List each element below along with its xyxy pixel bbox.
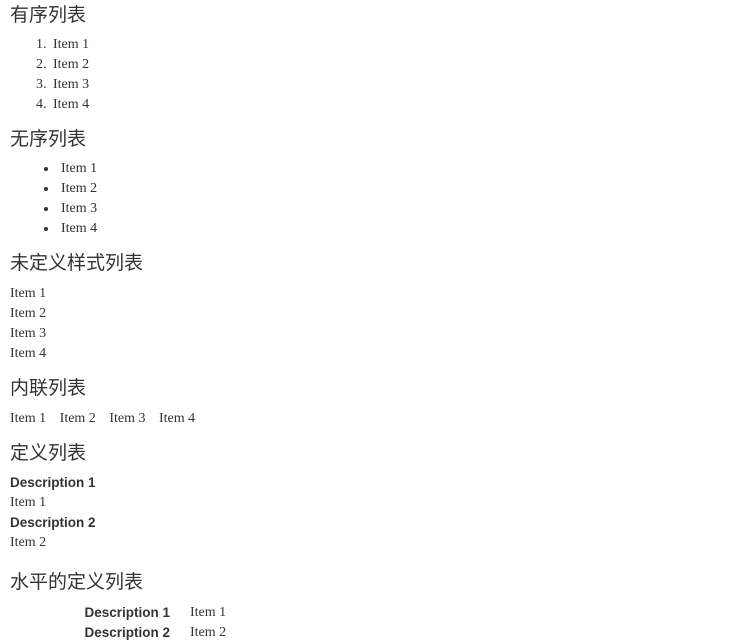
definition-term: Description 2: [84, 625, 170, 641]
section-inline-list: 内联列表 Item 1 Item 2 Item 3 Item 4: [10, 377, 736, 429]
heading-definition-list: 定义列表: [10, 442, 87, 464]
definition-term: Description 2: [10, 515, 96, 531]
definition-term: Description 1: [84, 605, 170, 621]
ordered-list: Item 1 Item 2 Item 3 Item 4: [10, 35, 736, 115]
list-item: Item 3: [109, 410, 146, 426]
section-unstyled-list: 未定义样式列表 Item 1 Item 2 Item 3 Item 4: [10, 252, 736, 364]
definition-list-horizontal: Description 1 Item 1 Description 2 Item …: [10, 603, 736, 643]
section-ordered-list: 有序列表 Item 1 Item 2 Item 3 Item 4: [10, 5, 736, 115]
heading-unstyled-list: 未定义样式列表: [10, 252, 144, 274]
list-item: Item 3: [10, 325, 47, 341]
list-item: Item 1: [10, 410, 47, 426]
definition-description: Item 1: [10, 495, 47, 511]
list-item: Item 4: [58, 219, 736, 239]
list-item: Item 1: [50, 35, 736, 55]
list-item: Item 4: [50, 95, 736, 115]
definition-list: Description 1 Item 1 Description 2 Item …: [10, 473, 736, 553]
section-unordered-list: 无序列表 Item 1 Item 2 Item 3 Item 4: [10, 128, 736, 239]
definition-description: Item 1: [190, 605, 227, 621]
list-item: Item 2: [10, 305, 47, 321]
list-item: Item 4: [10, 345, 47, 361]
definition-description: Item 2: [10, 535, 47, 551]
list-item: Item 3: [58, 199, 736, 219]
heading-ordered-list: 有序列表: [10, 5, 87, 26]
section-definition-list: 定义列表 Description 1 Item 1 Description 2 …: [10, 442, 736, 554]
heading-unordered-list: 无序列表: [10, 128, 87, 150]
definition-term: Description 1: [10, 475, 96, 491]
section-definition-list-horizontal: 水平的定义列表 Description 1 Item 1 Description…: [10, 573, 736, 643]
list-item: Item 4: [158, 410, 196, 426]
page-root: 有序列表 Item 1 Item 2 Item 3 Item 4 无序列表 It…: [0, 5, 746, 643]
unordered-list: Item 1 Item 2 Item 3 Item 4: [10, 159, 736, 239]
list-item: Item 2: [58, 179, 736, 199]
list-item: Item 1: [10, 285, 47, 301]
list-item: Item 1: [58, 159, 736, 179]
list-item: Item 2: [50, 55, 736, 75]
definition-description: Item 2: [190, 625, 227, 641]
inline-list: Item 1 Item 2 Item 3 Item 4: [10, 409, 736, 429]
list-item: Item 2: [59, 410, 96, 426]
list-item: Item 3: [50, 75, 736, 95]
unstyled-list: Item 1 Item 2 Item 3 Item 4: [10, 284, 736, 364]
heading-definition-list-horizontal: 水平的定义列表: [10, 572, 144, 594]
heading-inline-list: 内联列表: [10, 377, 87, 399]
